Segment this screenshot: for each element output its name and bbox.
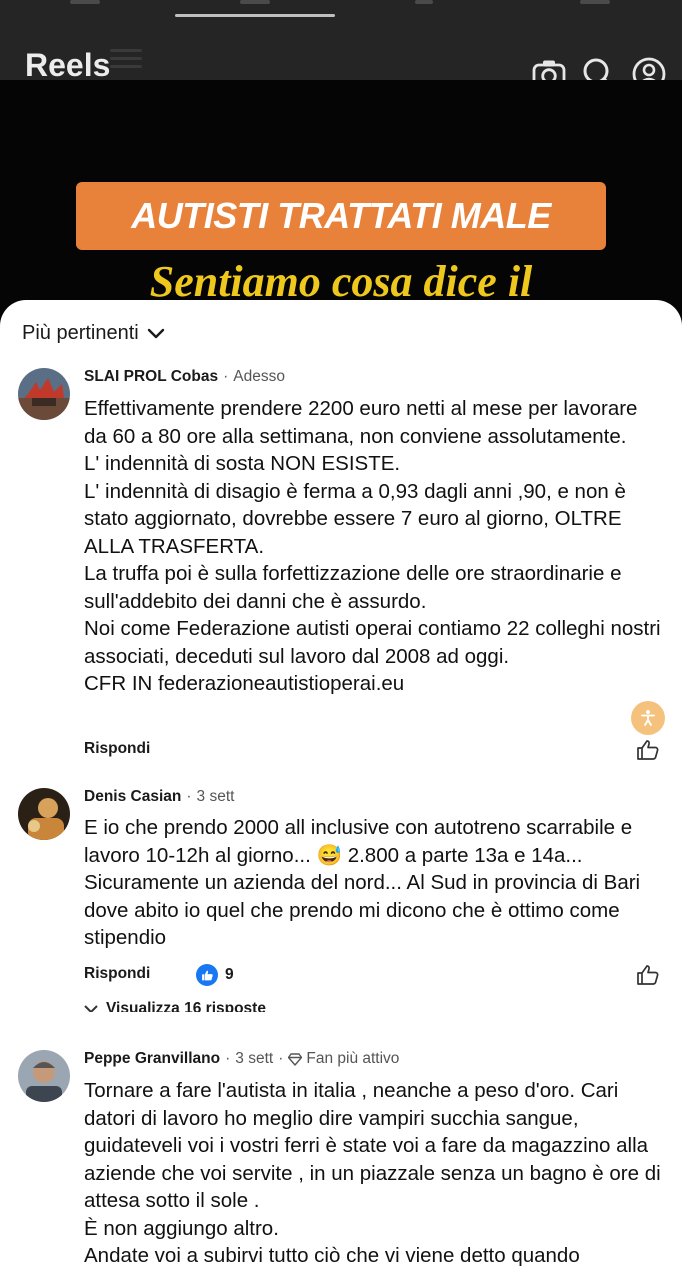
reply-button[interactable]: Rispondi: [84, 965, 150, 983]
video-banner: AUTISTI TRATTATI MALE: [76, 182, 606, 250]
comment-meta: Peppe Granvillano · 3 sett · Fan più att…: [84, 1050, 399, 1068]
avatar[interactable]: [18, 1050, 70, 1102]
chevron-down-icon: [84, 1005, 98, 1012]
tab-home[interactable]: [70, 0, 100, 4]
top-fan-badge: Fan più attivo: [288, 1050, 399, 1068]
floating-button[interactable]: [618, 698, 682, 754]
reaction-count: 9: [225, 966, 234, 983]
comment-line: La truffa poi è sulla forfettizzazione d…: [84, 562, 622, 613]
tab-marketplace[interactable]: [415, 0, 433, 4]
sort-label: Più pertinenti: [22, 322, 139, 344]
page-title: Reels: [25, 47, 111, 83]
comment-meta: Denis Casian · 3 sett: [84, 788, 234, 806]
comment-body: Tornare a fare l'autista in italia , nea…: [84, 1077, 664, 1270]
comment-line: È non aggiungo altro.: [84, 1216, 279, 1240]
avatar[interactable]: [18, 368, 70, 420]
comment-line: L' indennità di sosta NON ESISTE.: [84, 452, 401, 475]
menu-icon[interactable]: [110, 44, 142, 74]
comment-line: Andate voi a subirvi tutto ciò che vi vi…: [84, 1244, 580, 1267]
active-tab-indicator: [175, 14, 335, 17]
comment-time: Adesso: [233, 368, 285, 385]
app-header: Reels: [0, 0, 682, 91]
comment-author[interactable]: Denis Casian: [84, 788, 181, 806]
comment-line: L' indennità di disagio è ferma a 0,93 d…: [84, 479, 626, 558]
reply-button[interactable]: Rispondi: [84, 740, 150, 758]
chevron-down-icon: [147, 328, 164, 338]
sort-dropdown[interactable]: Più pertinenti: [22, 322, 165, 345]
video-banner-text: AUTISTI TRATTATI MALE: [131, 195, 551, 236]
meta-separator: ·: [225, 1050, 231, 1067]
comment-line: E io che prendo 2000 all inclusive con a…: [84, 816, 641, 949]
comments-sheet: Più pertinenti SLAI PROL Cobas · Adesso …: [0, 300, 682, 1280]
like-reaction-icon: [196, 964, 218, 986]
accessibility-icon: [631, 701, 665, 735]
comment-line: Noi come Federazione autisti operai cont…: [84, 617, 661, 668]
comment-body: E io che prendo 2000 all inclusive con a…: [84, 814, 664, 952]
view-replies-link[interactable]: Visualizza 16 risposte: [84, 1000, 266, 1012]
comment-author[interactable]: SLAI PROL Cobas: [84, 368, 218, 386]
avatar[interactable]: [18, 788, 70, 840]
view-replies-label: Visualizza 16 risposte: [106, 1000, 266, 1012]
reaction-summary[interactable]: 9: [196, 964, 234, 986]
tab-notifications[interactable]: [580, 0, 610, 4]
comment-author[interactable]: Peppe Granvillano: [84, 1050, 220, 1068]
comment-line: Tornare a fare l'autista in italia , nea…: [84, 1079, 661, 1212]
like-icon[interactable]: [636, 963, 660, 987]
comment-meta: SLAI PROL Cobas · Adesso: [84, 368, 285, 386]
comment-time: 3 sett: [235, 1050, 274, 1067]
comment-body: Effettivamente prendere 2200 euro netti …: [84, 395, 664, 698]
tab-strip: [0, 0, 682, 18]
meta-separator: ·: [278, 1050, 284, 1067]
comment-line: CFR IN federazioneautistioperai.eu: [84, 672, 405, 695]
meta-separator: ·: [223, 368, 229, 385]
comment-time: 3 sett: [196, 788, 235, 805]
diamond-icon: [288, 1052, 303, 1066]
meta-separator: ·: [186, 788, 192, 805]
reel-video[interactable]: AUTISTI TRATTATI MALE Sentiamo cosa dice…: [0, 80, 682, 320]
comment-line: Effettivamente prendere 2200 euro netti …: [84, 397, 638, 448]
tab-video[interactable]: [240, 0, 270, 4]
badge-label: Fan più attivo: [306, 1050, 400, 1067]
